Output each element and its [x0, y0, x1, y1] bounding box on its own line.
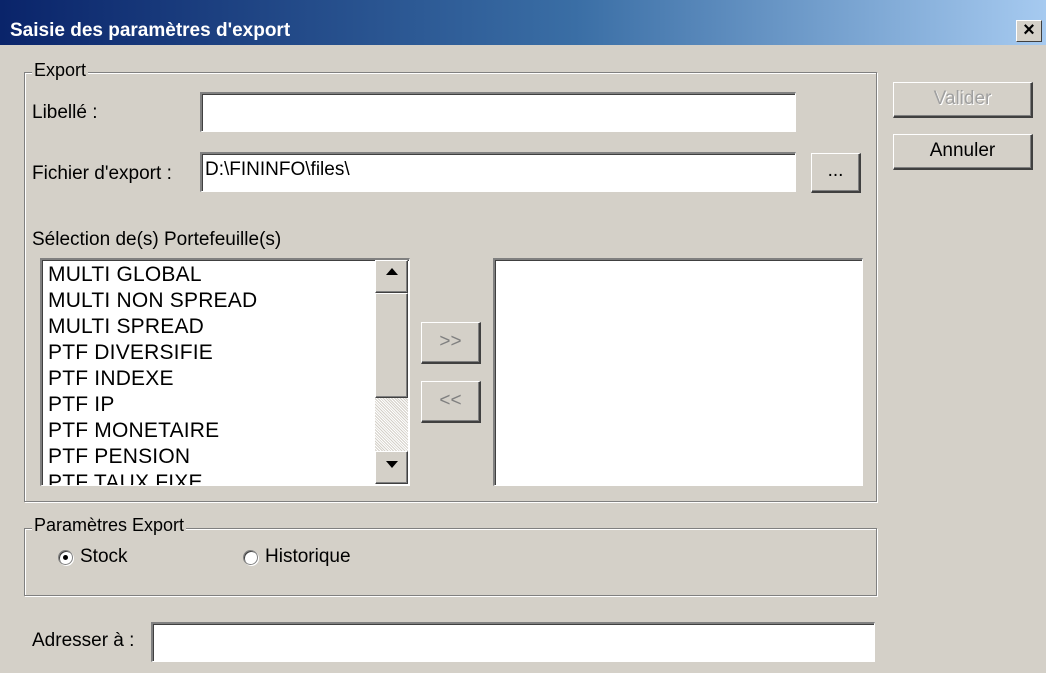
remove-button[interactable]: << [421, 381, 481, 423]
libelle-label: Libellé : [32, 102, 98, 123]
list-item[interactable]: PTF PENSION [48, 444, 257, 470]
close-button[interactable]: × [1016, 20, 1042, 42]
available-portfolio-items: MULTI GLOBAL MULTI NON SPREAD MULTI SPREAD… [48, 262, 257, 485]
list-item[interactable]: PTF INDEXE [48, 366, 257, 392]
export-group-legend: Export [32, 60, 89, 81]
libelle-field[interactable] [200, 92, 796, 132]
add-button[interactable]: >> [421, 322, 481, 364]
params-group [24, 528, 877, 596]
address-label: Adresser à : [32, 630, 135, 651]
close-icon: × [1023, 19, 1035, 41]
list-item[interactable]: PTF DIVERSIFIE [48, 340, 257, 366]
stock-radio[interactable] [58, 550, 73, 565]
portfolio-selection-label: Sélection de(s) Portefeuille(s) [32, 229, 282, 250]
export-file-field[interactable]: D:\FININFO\files\ [200, 152, 796, 192]
window-title: Saisie des paramètres d'export [10, 20, 291, 41]
scroll-thumb[interactable] [375, 293, 408, 398]
list-item[interactable]: MULTI GLOBAL [48, 262, 257, 288]
list-item[interactable]: MULTI SPREAD [48, 314, 257, 340]
list-item[interactable]: PTF IP [48, 392, 257, 418]
selected-portfolios-list[interactable] [493, 258, 863, 486]
radio-selected-dot [63, 555, 68, 560]
address-field[interactable] [151, 622, 875, 662]
params-group-legend: Paramètres Export [32, 515, 187, 536]
list-item[interactable]: MULTI NON SPREAD [48, 288, 257, 314]
available-portfolios-list[interactable]: MULTI GLOBAL MULTI NON SPREAD MULTI SPREAD… [40, 258, 410, 486]
browse-button[interactable]: ... [811, 153, 861, 193]
scroll-down-button[interactable] [375, 451, 408, 484]
arrow-up-icon [385, 268, 398, 275]
validate-button[interactable]: Valider [893, 82, 1033, 118]
cancel-button[interactable]: Annuler [893, 134, 1033, 170]
scroll-up-button[interactable] [375, 260, 408, 293]
list-scrollbar[interactable] [375, 260, 408, 484]
list-item[interactable]: PTF TAUX FIXE [48, 470, 257, 485]
history-radio-label[interactable]: Historique [265, 546, 351, 568]
arrow-down-icon [385, 461, 398, 468]
list-item[interactable]: PTF MONETAIRE [48, 418, 257, 444]
stock-radio-label[interactable]: Stock [80, 546, 128, 568]
export-file-label: Fichier d'export : [32, 163, 172, 184]
history-radio[interactable] [243, 550, 258, 565]
